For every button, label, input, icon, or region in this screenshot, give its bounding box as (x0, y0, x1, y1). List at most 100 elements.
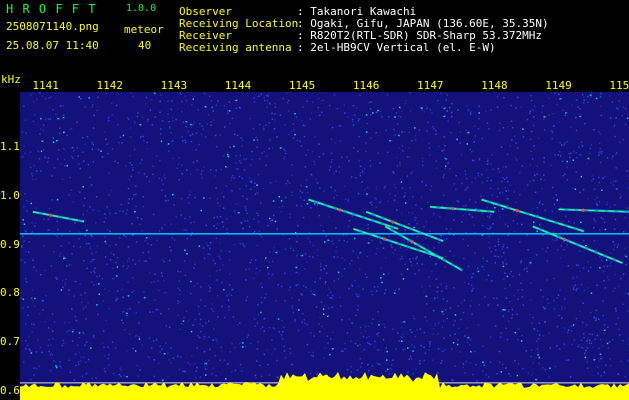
noise-pixel (41, 351, 43, 354)
noise-pixel (215, 169, 217, 172)
noise-pixel (466, 104, 468, 107)
noise-pixel (310, 290, 312, 292)
noise-pixel (34, 222, 36, 225)
noise-pixel (127, 308, 129, 311)
noise-pixel (93, 115, 95, 117)
noise-pixel (262, 326, 264, 328)
noise-pixel (507, 310, 510, 313)
noise-pixel (431, 112, 433, 114)
noise-pixel (326, 315, 329, 318)
noise-pixel (459, 142, 461, 144)
noise-pixel (456, 343, 459, 346)
noise-pixel (441, 326, 444, 329)
noise-pixel (471, 290, 473, 293)
noise-pixel (366, 122, 369, 125)
noise-pixel (482, 257, 484, 259)
meteor-head (338, 208, 342, 212)
noise-pixel (127, 202, 130, 204)
noise-pixel (387, 200, 389, 202)
noise-pixel (60, 366, 62, 369)
noise-pixel (495, 249, 497, 251)
noise-pixel (543, 157, 545, 159)
noise-pixel (488, 216, 491, 219)
noise-pixel (27, 314, 29, 316)
noise-pixel (340, 350, 343, 353)
noise-pixel (50, 369, 52, 372)
noise-pixel (229, 146, 231, 149)
x-tick-label: 1146 (352, 79, 380, 92)
noise-pixel (89, 176, 91, 178)
noise-pixel (284, 196, 287, 199)
noise-pixel (265, 94, 268, 97)
noise-pixel (159, 345, 161, 347)
noise-pixel (289, 213, 291, 215)
noise-pixel (296, 240, 298, 243)
noise-pixel (538, 322, 541, 324)
noise-pixel (580, 141, 583, 144)
noise-pixel (394, 116, 396, 118)
noise-pixel (257, 214, 260, 217)
noise-pixel (385, 347, 388, 349)
noise-pixel (520, 260, 522, 262)
noise-pixel (116, 256, 119, 259)
noise-pixel (395, 156, 398, 159)
noise-pixel (465, 204, 467, 207)
noise-pixel (341, 319, 343, 321)
noise-pixel (214, 134, 217, 137)
noise-pixel (274, 348, 276, 350)
noise-pixel (559, 257, 562, 259)
noise-pixel (81, 301, 83, 303)
noise-pixel (458, 327, 460, 330)
noise-pixel (466, 143, 468, 145)
noise-pixel (525, 350, 528, 352)
noise-pixel (68, 264, 70, 266)
noise-pixel (585, 349, 587, 352)
noise-pixel (432, 126, 434, 128)
noise-pixel (322, 230, 325, 232)
noise-pixel (370, 322, 373, 324)
noise-pixel (426, 107, 428, 110)
noise-pixel (93, 271, 96, 274)
noise-pixel (274, 103, 276, 105)
meteor-head (410, 240, 414, 244)
noise-pixel (192, 98, 194, 100)
noise-pixel (61, 279, 64, 282)
noise-pixel (80, 294, 82, 296)
noise-pixel (496, 297, 498, 299)
noise-pixel (444, 165, 447, 167)
meteor-head (383, 237, 387, 241)
noise-pixel (497, 238, 500, 241)
noise-pixel (58, 255, 61, 257)
noise-pixel (291, 307, 293, 309)
noise-pixel (331, 295, 334, 297)
noise-pixel (72, 200, 75, 203)
noise-pixel (527, 249, 529, 251)
noise-pixel (542, 105, 544, 107)
noise-pixel (234, 133, 236, 136)
noise-pixel (272, 200, 275, 202)
noise-pixel (21, 131, 24, 133)
noise-pixel (466, 341, 469, 343)
noise-pixel (498, 350, 501, 353)
noise-pixel (205, 224, 207, 227)
noise-pixel (324, 282, 326, 285)
noise-pixel (452, 342, 455, 344)
noise-pixel (268, 147, 270, 150)
noise-pixel (195, 132, 198, 135)
noise-pixel (165, 342, 167, 344)
noise-pixel (246, 336, 248, 338)
y-tick-label: 0.8 (0, 286, 20, 300)
noise-pixel (384, 185, 387, 188)
noise-pixel (512, 219, 515, 222)
noise-pixel (542, 234, 544, 237)
noise-pixel (178, 289, 181, 291)
noise-pixel (603, 270, 605, 273)
noise-pixel (572, 276, 575, 278)
noise-pixel (181, 111, 183, 113)
noise-pixel (284, 356, 287, 359)
noise-pixel (70, 189, 73, 191)
noise-pixel (177, 287, 179, 289)
noise-pixel (578, 250, 581, 252)
noise-pixel (280, 210, 282, 213)
noise-pixel (515, 201, 517, 204)
